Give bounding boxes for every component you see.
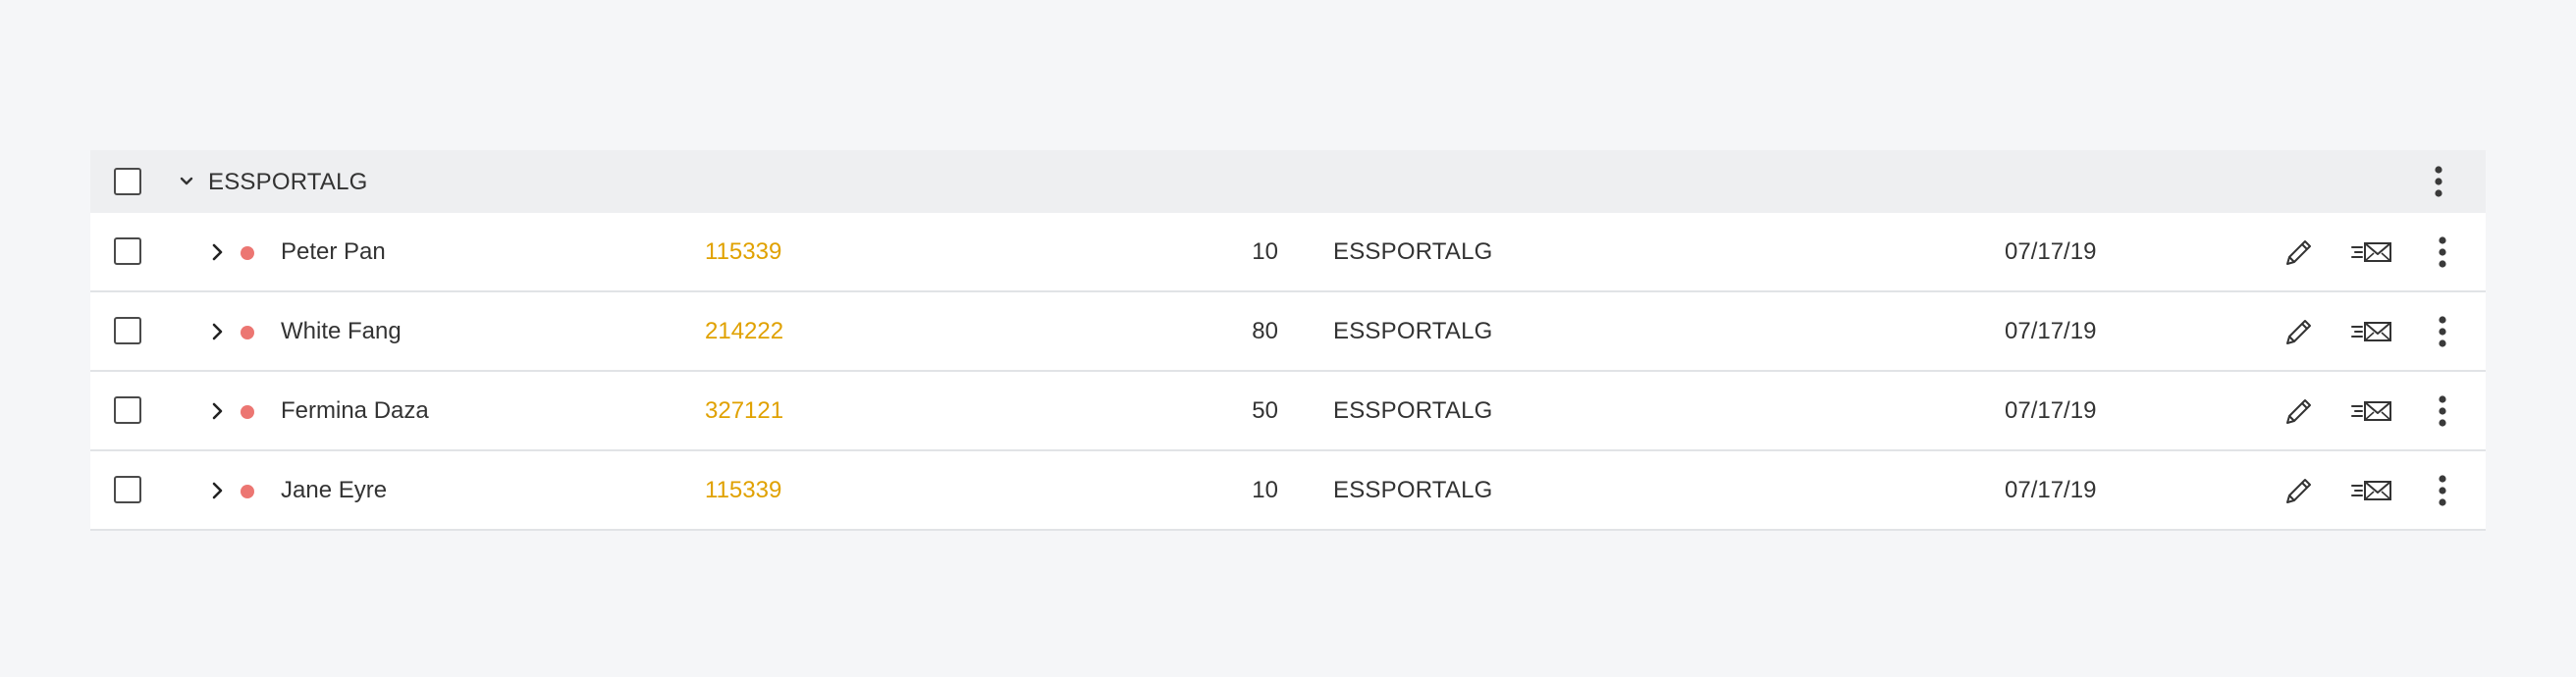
- row-organization: ESSPORTALG: [1333, 477, 1493, 503]
- row-organization: ESSPORTALG: [1333, 238, 1493, 265]
- row-quantity: 10: [1252, 477, 1278, 503]
- group-header-row: ESSPORTALG: [90, 150, 2486, 213]
- row-date: 07/17/19: [2005, 477, 2097, 503]
- send-mail-icon[interactable]: [2350, 234, 2393, 270]
- row-select-checkbox[interactable]: [114, 396, 141, 424]
- chevron-right-icon[interactable]: [208, 479, 228, 502]
- send-mail-icon[interactable]: [2350, 473, 2393, 508]
- status-dot: [241, 246, 254, 260]
- row-name: Peter Pan: [281, 238, 386, 265]
- row-quantity: 50: [1252, 397, 1278, 424]
- row-id-link[interactable]: 327121: [705, 395, 783, 427]
- group-label: ESSPORTALG: [208, 169, 368, 195]
- status-dot: [241, 485, 254, 498]
- row-more-vertical-icon[interactable]: [2433, 233, 2452, 272]
- row-name: Fermina Daza: [281, 397, 429, 424]
- pencil-icon[interactable]: [2281, 473, 2317, 508]
- pencil-icon[interactable]: [2281, 393, 2317, 429]
- row-select-checkbox[interactable]: [114, 317, 141, 344]
- row-select-checkbox[interactable]: [114, 476, 141, 503]
- status-dot: [241, 326, 254, 339]
- table-row: White Fang 214222 80 ESSPORTALG 07/17/19: [90, 292, 2486, 372]
- row-more-vertical-icon[interactable]: [2433, 391, 2452, 431]
- row-date: 07/17/19: [2005, 238, 2097, 265]
- table-row: Fermina Daza 327121 50 ESSPORTALG 07/17/…: [90, 372, 2486, 451]
- send-mail-icon[interactable]: [2350, 393, 2393, 429]
- group-select-checkbox[interactable]: [114, 168, 141, 195]
- group-table: ESSPORTALG Peter Pan 115339 10 ESSPORTAL…: [90, 150, 2486, 531]
- row-quantity: 80: [1252, 318, 1278, 344]
- table-row: Jane Eyre 115339 10 ESSPORTALG 07/17/19: [90, 451, 2486, 531]
- chevron-right-icon[interactable]: [208, 320, 228, 343]
- row-select-checkbox[interactable]: [114, 237, 141, 265]
- table-row: Peter Pan 115339 10 ESSPORTALG 07/17/19: [90, 213, 2486, 292]
- pencil-icon[interactable]: [2281, 234, 2317, 270]
- pencil-icon[interactable]: [2281, 314, 2317, 349]
- row-name: White Fang: [281, 318, 402, 344]
- row-quantity: 10: [1252, 238, 1278, 265]
- chevron-right-icon[interactable]: [208, 240, 228, 264]
- row-organization: ESSPORTALG: [1333, 397, 1493, 424]
- send-mail-icon[interactable]: [2350, 314, 2393, 349]
- row-id-link[interactable]: 115339: [705, 236, 781, 268]
- chevron-right-icon[interactable]: [208, 399, 228, 423]
- row-organization: ESSPORTALG: [1333, 318, 1493, 344]
- row-date: 07/17/19: [2005, 318, 2097, 344]
- row-id-link[interactable]: 115339: [705, 475, 781, 506]
- group-more-vertical-icon[interactable]: [2429, 162, 2448, 201]
- chevron-down-icon[interactable]: [177, 172, 196, 191]
- row-more-vertical-icon[interactable]: [2433, 312, 2452, 351]
- row-name: Jane Eyre: [281, 477, 388, 503]
- row-date: 07/17/19: [2005, 397, 2097, 424]
- status-dot: [241, 405, 254, 419]
- row-more-vertical-icon[interactable]: [2433, 471, 2452, 510]
- row-id-link[interactable]: 214222: [705, 316, 783, 347]
